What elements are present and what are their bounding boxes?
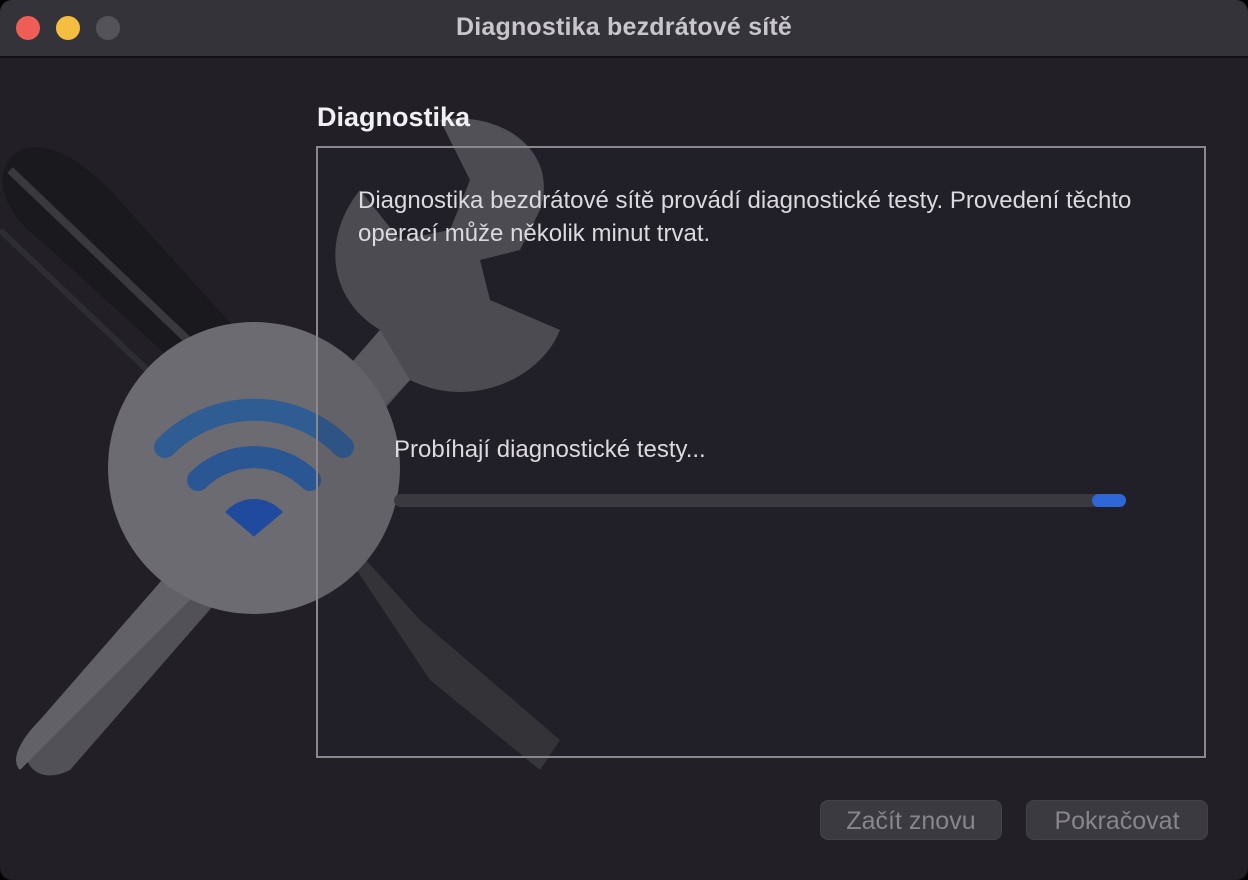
section-heading: Diagnostika <box>317 102 471 132</box>
status-text: Probíhají diagnostické testy... <box>394 436 706 463</box>
restart-button[interactable]: Začít znovu <box>820 800 1002 840</box>
window-title: Diagnostika bezdrátové sítě <box>455 13 793 41</box>
continue-button[interactable]: Pokračovat <box>1026 800 1208 840</box>
title-bar[interactable]: Diagnostika bezdrátové sítě <box>0 0 1248 58</box>
progress-indicator <box>1092 494 1126 507</box>
description-text: Diagnostika bezdrátové sítě provádí diag… <box>358 187 1132 247</box>
diagnostics-window: Diagnostika bezdrátové sítě Diagnostika … <box>0 0 1248 880</box>
progress-bar <box>394 494 1126 507</box>
